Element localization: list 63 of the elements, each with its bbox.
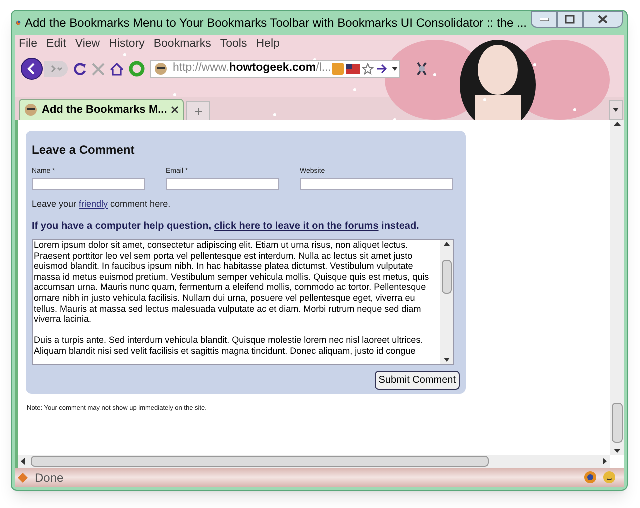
close-icon xyxy=(598,15,608,24)
forums-link[interactable]: click here to leave it on the forums xyxy=(214,221,379,232)
ring-icon[interactable] xyxy=(129,61,145,77)
globe-icon[interactable] xyxy=(584,471,597,484)
right-arrow-icon xyxy=(603,458,607,465)
addon-figure-icon[interactable] xyxy=(415,61,429,77)
menu-item[interactable]: History xyxy=(109,36,145,54)
intro-text: Leave your friendly comment here. xyxy=(32,198,172,211)
go-arrow-icon[interactable] xyxy=(376,64,388,74)
up-arrow-icon xyxy=(614,122,620,126)
smiley-icon[interactable] xyxy=(603,471,616,484)
comment-paragraph: Lorem ipsum dolor sit amet, consectetur adipiscing elit. Etiam ut urna risus, non aliquet lectus. Praesent porttitor leo vel sem porta vel pellentesque est interdum. Nulla ac lectus sit amet justo euismod blandit. In faucibus ipsum nibh. In hac habitasse platea dictumst. Vestibulum vulputate massa id metus euismod pretium. Vestibulum semper vehicula mollis. Quisque quis est metus, quis accumsan urna. Mauris nunc quam, fermentum a eleifend mollis, commodo ac tortor. Pellentesque ornare nibh in justo vehicula facilisis. Nullam dui urna, posuere vel pellentesque eget, viverra eu tellus. Mauris at massa sed lectus malesuada vulputate ac et diam. Morbi rutrum neque sed diam viverra lacinia. xyxy=(34,240,430,325)
maximize-button[interactable] xyxy=(557,11,583,28)
home-icon[interactable] xyxy=(110,62,124,76)
scroll-thumb[interactable] xyxy=(612,403,622,443)
textarea-scrollbar[interactable] xyxy=(440,240,453,364)
minimize-icon xyxy=(540,18,548,21)
menu-item[interactable]: Help xyxy=(256,36,280,54)
down-arrow-icon xyxy=(444,358,450,362)
site-favicon-icon xyxy=(153,62,169,76)
rss-icon[interactable] xyxy=(332,63,344,75)
address-bar[interactable]: http://www.howtogeek.com/l... xyxy=(150,60,400,78)
input-field[interactable] xyxy=(300,178,453,190)
menu-item[interactable]: File xyxy=(19,36,38,54)
star-icon[interactable] xyxy=(362,63,374,75)
friendly-link[interactable]: friendly xyxy=(79,198,108,208)
window-title: Add the Bookmarks Menu to Your Bookmarks Toolbar with Bookmarks UI Consolidator :: the ... xyxy=(24,15,527,32)
maximize-icon xyxy=(565,15,575,24)
site-favicon-icon xyxy=(24,103,38,117)
tab-title: Add the Bookmarks M... xyxy=(42,102,168,118)
new-tab-button[interactable] xyxy=(186,101,210,120)
flag-icon xyxy=(346,64,360,74)
help-text: If you have a computer help question, click here to leave it on the forums instead. xyxy=(32,220,420,234)
dropdown-icon xyxy=(613,108,619,112)
submit-button[interactable]: Submit Comment xyxy=(374,371,460,390)
up-arrow-icon xyxy=(444,242,450,246)
tab-list-button[interactable] xyxy=(609,100,623,120)
left-arrow-icon xyxy=(21,458,25,465)
menu-item[interactable]: Edit xyxy=(46,36,66,54)
horizontal-scrollbar[interactable] xyxy=(18,455,610,468)
comment-textarea[interactable] xyxy=(32,239,454,365)
fox-icon xyxy=(17,472,29,484)
reload-icon[interactable] xyxy=(73,62,87,76)
menu-item[interactable]: Bookmarks xyxy=(154,36,212,54)
input-field[interactable] xyxy=(32,178,145,190)
form-heading: Leave a Comment xyxy=(32,142,136,159)
close-icon[interactable] xyxy=(171,106,180,114)
menu-item[interactable]: Tools xyxy=(220,36,248,54)
scroll-thumb[interactable] xyxy=(31,456,489,467)
down-arrow-icon xyxy=(614,449,620,453)
comment-paragraph: Duis a turpis ante. Sed interdum vehicula blandit. Quisque molestie lorem nec nisl laoreet ultrices. Aliquam blandit nisi sed velit facilisis et sagittis magna tincidunt. Donec aliquam, justo id congue xyxy=(34,335,424,357)
minimize-button[interactable] xyxy=(531,11,557,28)
scroll-thumb[interactable] xyxy=(442,260,452,294)
dropdown-icon[interactable] xyxy=(390,66,398,72)
url-text: http://www.howtogeek.com/l... xyxy=(172,61,332,76)
browser-tab[interactable]: Add the Bookmarks M... xyxy=(19,99,184,120)
close-button[interactable] xyxy=(583,11,623,28)
input-field[interactable] xyxy=(166,178,279,190)
plus-icon xyxy=(194,108,202,114)
vertical-scrollbar[interactable] xyxy=(610,120,624,455)
status-text: Done xyxy=(35,470,64,486)
forward-arrow-icon xyxy=(50,65,62,73)
menu-item[interactable]: View xyxy=(75,36,100,54)
